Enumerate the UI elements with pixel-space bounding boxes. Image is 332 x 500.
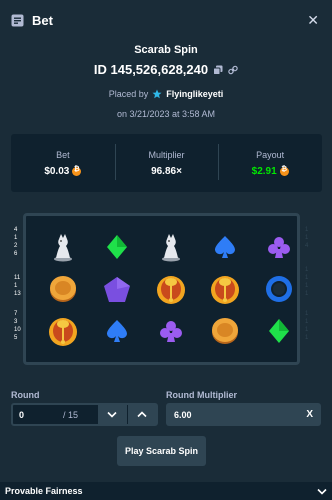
payout-amount: $2.91	[251, 165, 277, 177]
payline-number: 3	[14, 319, 18, 325]
reel-board	[23, 213, 300, 365]
payline-number: 1	[14, 283, 18, 289]
round-input[interactable]: 0	[13, 410, 63, 420]
left-payline-group: 4 1 2 6	[14, 226, 21, 258]
symbol-coin-icon	[198, 307, 252, 355]
right-payline-group: 1 1 1 1	[305, 310, 308, 342]
round-total: / 15	[63, 409, 79, 420]
payline-number: 2	[14, 243, 18, 249]
multiplier-label: Multiplier	[148, 149, 185, 160]
provable-fairness-toggle[interactable]: Provable Fairness	[0, 482, 332, 500]
play-game-button[interactable]: Play Scarab Spin	[117, 436, 206, 466]
receipt-icon	[11, 14, 24, 26]
payline-number: 11	[14, 275, 21, 281]
symbol-club-icon	[144, 307, 198, 355]
payline-number: 1	[305, 291, 309, 297]
round-label: Round	[11, 390, 40, 400]
symbol-spade-icon	[90, 307, 144, 355]
stat-bet: Bet $0.03	[11, 150, 115, 177]
stat-payout: Payout $2.91	[218, 143, 322, 180]
payline-number: 1	[305, 227, 309, 233]
payline-number: 1	[14, 235, 18, 241]
payline-number: 5	[14, 335, 18, 341]
modal-header: Bet ✕	[0, 0, 332, 40]
clear-button[interactable]: X	[306, 409, 313, 420]
round-down-button[interactable]	[98, 405, 127, 424]
user-rank-icon	[152, 89, 162, 99]
bitcoin-icon	[72, 166, 82, 176]
payline-number: 1	[305, 311, 309, 317]
reel-grid	[26, 216, 297, 362]
payline-number: 13	[14, 291, 21, 297]
symbol-coin-icon	[36, 265, 90, 313]
left-payline-group: 11 1 13	[14, 274, 21, 298]
bet-label: Bet	[56, 149, 70, 160]
payline-number: 4	[14, 227, 18, 233]
stat-multiplier: Multiplier 96.86×	[114, 143, 219, 180]
bet-id: ID 145,526,628,240	[93, 62, 209, 77]
payline-number: 4	[305, 243, 309, 249]
round-field: 0 / 15	[11, 403, 158, 426]
username-link[interactable]: Flyinglikeyeti	[166, 89, 223, 99]
payline-number: 1	[305, 283, 309, 289]
symbol-pentagon-icon	[90, 265, 144, 313]
bitcoin-icon	[279, 166, 289, 176]
right-payline-group: 1 1 4	[305, 226, 308, 250]
multiplier-value: 96.86×	[151, 165, 182, 177]
payline-number: 1	[305, 319, 309, 325]
symbol-pawn-icon	[144, 223, 198, 271]
modal-title: Bet	[32, 12, 53, 28]
payline-number: 1	[305, 235, 309, 241]
chevron-down-icon	[317, 488, 327, 495]
payline-number: 1	[305, 327, 309, 333]
bet-stats: Bet $0.03 Multiplier 96.86× Payout $2.91	[11, 134, 322, 192]
payline-number: 1	[305, 275, 309, 281]
payline-number: 7	[14, 311, 18, 317]
payline-number: 10	[14, 327, 21, 333]
round-multiplier-value: 6.00	[174, 409, 192, 420]
round-multiplier-field: 6.00 X	[166, 403, 321, 426]
round-up-button[interactable]	[127, 405, 156, 424]
round-multiplier-label: Round Multiplier	[166, 390, 237, 400]
symbol-scarab-icon	[36, 307, 90, 355]
symbol-club-icon	[252, 223, 306, 271]
bet-id-row: ID 145,526,628,240	[0, 62, 332, 77]
bet-date: on 3/21/2023 at 3:58 AM	[116, 109, 216, 119]
symbol-pawn-icon	[36, 223, 90, 271]
chevron-down-icon	[107, 411, 117, 418]
copy-icon[interactable]	[213, 65, 223, 75]
left-payline-group: 7 3 10 5	[14, 310, 21, 342]
payline-number: 6	[14, 251, 18, 257]
symbol-spade-icon	[198, 223, 252, 271]
link-icon[interactable]	[228, 65, 238, 75]
right-payline-group: 1 1 1 1	[305, 266, 308, 298]
payline-number: 1	[305, 335, 309, 341]
game-title: Scarab Spin	[134, 44, 198, 56]
bet-amount: $0.03	[44, 165, 70, 177]
right-payline-numbers: 1 1 4 1 1 1 1 1 1 1 1	[305, 226, 308, 354]
placed-by-label: Placed by	[108, 89, 149, 99]
close-icon[interactable]: ✕	[307, 12, 319, 29]
symbol-scarab-icon	[144, 265, 198, 313]
symbol-diamond-icon	[252, 307, 306, 355]
placed-by: Placed by Flyinglikeyeti	[0, 89, 332, 99]
symbol-ring-icon	[252, 265, 306, 313]
symbol-scarab-icon	[198, 265, 252, 313]
fairness-label: Provable Fairness	[5, 486, 83, 496]
payline-number: 1	[305, 267, 309, 273]
symbol-diamond-icon	[90, 223, 144, 271]
chevron-up-icon	[137, 411, 147, 418]
payout-label: Payout	[256, 149, 285, 160]
left-payline-numbers: 4 1 2 6 11 1 13 7 3 10 5	[14, 226, 21, 354]
